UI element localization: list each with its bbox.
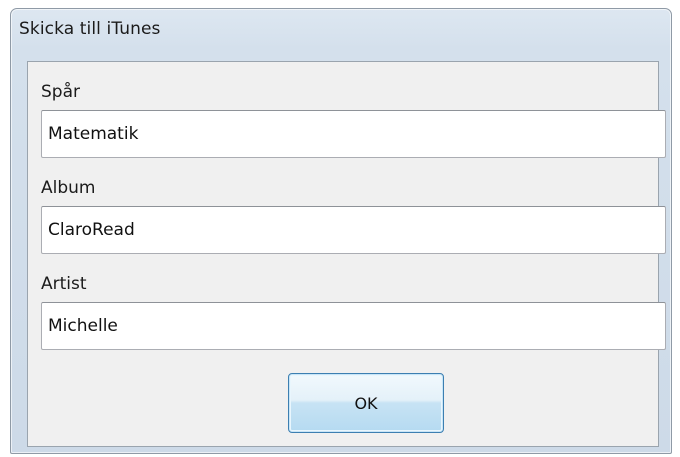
track-label: Spår bbox=[41, 82, 80, 102]
dialog-title: Skicka till iTunes bbox=[19, 19, 161, 39]
artist-input[interactable] bbox=[41, 302, 666, 350]
track-input[interactable] bbox=[41, 110, 666, 158]
album-input[interactable] bbox=[41, 206, 666, 254]
album-label: Album bbox=[41, 178, 96, 198]
dialog-client-area: Spår Album Artist OK bbox=[27, 61, 666, 447]
ok-button[interactable]: OK bbox=[288, 373, 444, 433]
itunes-dialog-window: Skicka till iTunes Spår Album Artist OK bbox=[10, 8, 672, 454]
artist-label: Artist bbox=[41, 274, 87, 294]
